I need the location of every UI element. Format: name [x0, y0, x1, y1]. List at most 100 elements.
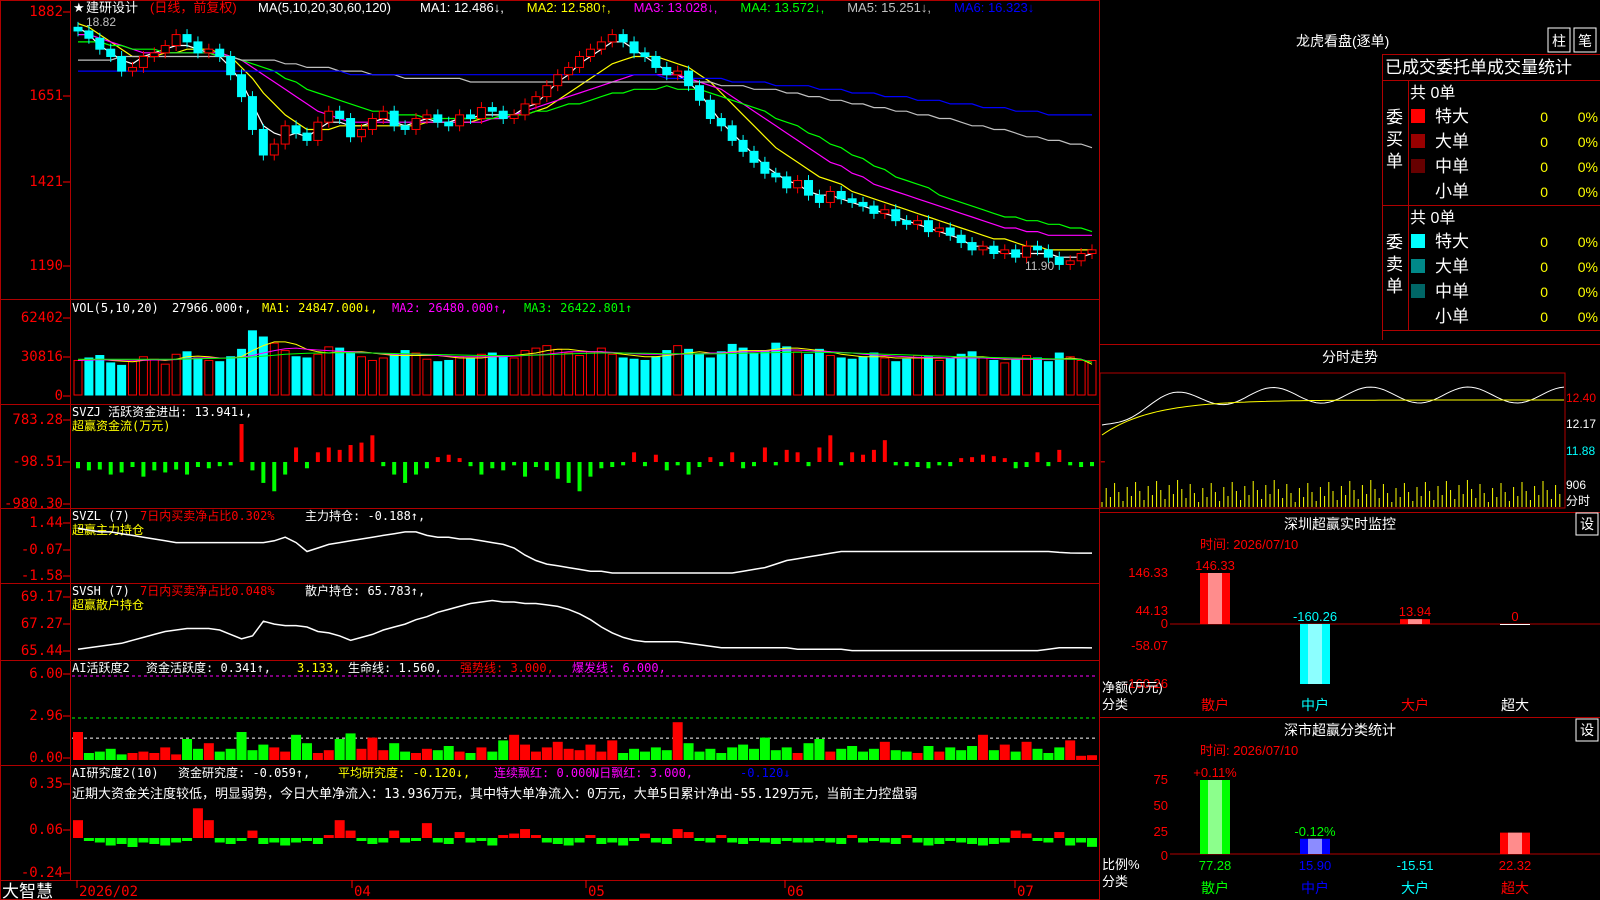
- sz-monitor-chart: 146.3344.130-58.07-160.26146.33散户-160.26…: [1124, 558, 1600, 713]
- vol-bar: [433, 361, 443, 396]
- buy_rows-name-1: 大单: [1435, 132, 1469, 151]
- candle-body: [869, 205, 879, 214]
- sz-cls-axis-0: 75: [1154, 772, 1168, 787]
- vol-bar: [902, 358, 912, 396]
- vlabel-char: 单: [1386, 277, 1403, 296]
- candle-body: [956, 234, 966, 244]
- ai2-bar: [836, 838, 847, 844]
- ai1-bar: [247, 750, 258, 760]
- sell_rows-swatch-2: [1411, 284, 1425, 298]
- sz-cls-label-2: -15.51: [1397, 858, 1434, 873]
- stock-chart-svg[interactable]: ★ 建研设计 (日线，前复权) MA(5,10,20,30,60,120) MA…: [0, 0, 1600, 900]
- vol-bar: [596, 347, 606, 396]
- svzj-bar: [555, 462, 560, 479]
- btn-bi[interactable]: 笔: [1578, 33, 1592, 49]
- svzj-bar: [948, 462, 953, 467]
- candle-body: [564, 66, 574, 76]
- sz-bar-name-1: 中户: [1301, 697, 1329, 713]
- ai1-bar: [541, 747, 552, 760]
- candle-body: [978, 245, 988, 251]
- ma-value-2: MA2: 12.580↑,: [527, 0, 611, 15]
- vol-bar: [651, 356, 661, 396]
- ai1-bar: [890, 750, 901, 760]
- svzj-bar: [261, 462, 266, 483]
- ai1-bar: [759, 737, 770, 760]
- svzj-bar: [861, 454, 866, 462]
- ai2-bar: [934, 838, 945, 844]
- candle-body: [269, 143, 279, 156]
- candle-body: [291, 125, 301, 134]
- candle-body: [585, 48, 595, 57]
- vlabel-char: 委: [1386, 233, 1403, 252]
- ai2-bar: [705, 838, 716, 843]
- sz-cls-label-0: 77.28: [1199, 858, 1232, 873]
- ai2-bar: [988, 838, 999, 844]
- svzj-bar: [512, 462, 517, 466]
- sell_rows-pct-3: 0%: [1578, 309, 1598, 325]
- ai1-bar: [356, 748, 367, 760]
- candle-body: [913, 220, 923, 225]
- ai2-bar: [443, 838, 454, 844]
- ai2-bar: [814, 838, 825, 841]
- candle-body: [531, 96, 541, 105]
- svzj-bar: [980, 454, 985, 462]
- candle-body: [596, 41, 606, 50]
- svzj-bar: [152, 462, 157, 471]
- vol-bar: [422, 358, 432, 396]
- vol-bar: [607, 353, 617, 396]
- vol-bar: [1076, 359, 1086, 396]
- vol-bar: [487, 352, 497, 396]
- ai2-bar: [520, 829, 531, 838]
- candle-body: [215, 48, 225, 57]
- sell_rows-count-0: 0: [1540, 234, 1548, 250]
- sz-time: 时间: 2026/07/10: [1200, 537, 1298, 552]
- intraday-price-line: [1101, 386, 1565, 426]
- y-label-price-1: 1651: [29, 88, 63, 104]
- vol-bar: [138, 356, 148, 396]
- ai2-bar: [225, 838, 236, 844]
- svsh-header: SVSH (7) 7日内买卖净占比0.048% 散户持仓: 65.783↑, 超…: [72, 583, 425, 612]
- ai2-bar: [127, 838, 138, 847]
- vol-bar: [400, 350, 410, 396]
- sz-bar-label-3: 0: [1511, 609, 1518, 624]
- btn-zhu[interactable]: 柱: [1552, 33, 1566, 49]
- ai1-bar: [105, 748, 116, 760]
- ai1-bar: [596, 751, 607, 760]
- intraday-price-high: 12.40: [1566, 391, 1596, 405]
- sell_rows-pct-2: 0%: [1578, 284, 1598, 300]
- ai2-bar: [454, 832, 465, 838]
- ai1-bar: [334, 739, 345, 760]
- ai2-bar: [509, 833, 520, 838]
- svzj-bar: [108, 462, 113, 475]
- ai2-bar: [421, 823, 432, 838]
- svzj-bar: [457, 458, 462, 462]
- svzj-bar: [566, 462, 571, 483]
- ai1-label: AI活跃度2: [72, 660, 130, 675]
- star-icon[interactable]: ★: [73, 0, 85, 15]
- vol-bar: [498, 355, 508, 396]
- svzj-bar: [250, 462, 255, 471]
- vol-bar: [989, 359, 999, 396]
- sz-cls-set-button[interactable]: 设: [1580, 722, 1594, 738]
- candle-body: [880, 209, 890, 214]
- sz-set-button[interactable]: 设: [1580, 516, 1594, 532]
- sz-cls-bar-shine-3: [1508, 832, 1522, 854]
- vol-bar: [825, 355, 835, 396]
- candle-body: [335, 110, 345, 120]
- ai2-bar: [781, 838, 792, 841]
- buy_rows-count-3: 0: [1540, 184, 1548, 200]
- vol-bar: [749, 352, 759, 396]
- candle-body: [640, 52, 650, 57]
- vol-bar: [1022, 355, 1032, 396]
- ai1-bar: [203, 743, 214, 760]
- candle-body: [1076, 253, 1086, 262]
- svzj-bar: [424, 462, 429, 469]
- ai2-bar: [105, 838, 116, 846]
- y-label-svzl-1: -0.07: [21, 542, 63, 558]
- period-label[interactable]: (日线，前复权): [150, 0, 237, 15]
- sell_rows-count-1: 0: [1540, 259, 1548, 275]
- stock-name[interactable]: 建研设计: [86, 0, 138, 15]
- sell_rows-name-2: 中单: [1435, 282, 1469, 301]
- ai1-bar: [847, 746, 858, 760]
- ai1-bar: [988, 750, 999, 760]
